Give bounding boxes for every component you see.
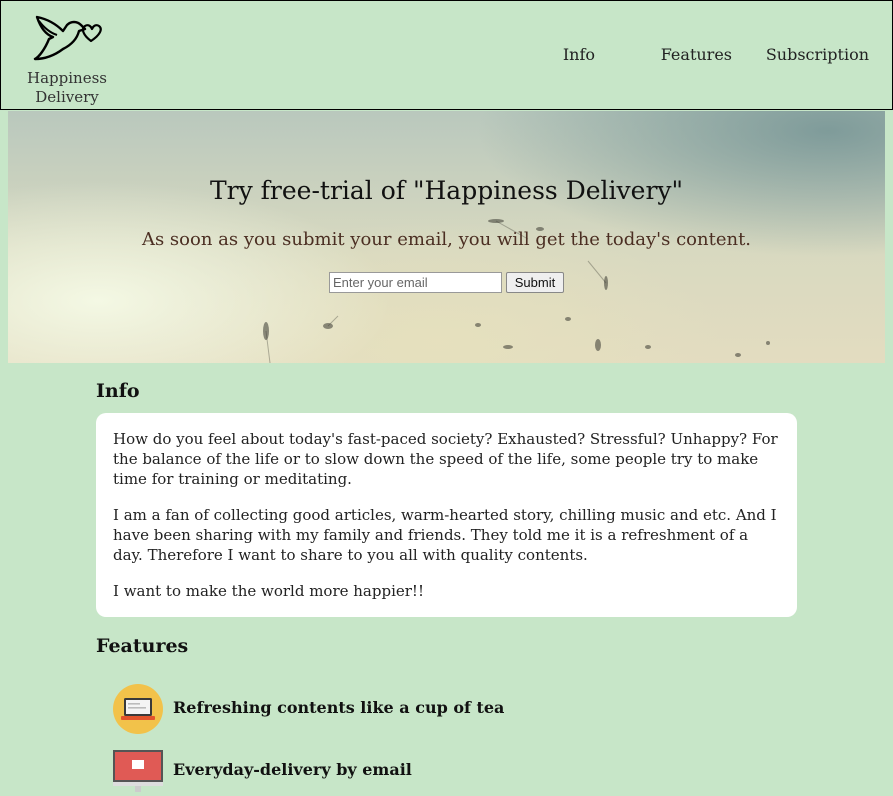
nav-link-features[interactable]: Features [661, 45, 732, 64]
monitor-icon [113, 750, 163, 792]
submit-button[interactable]: Submit [506, 272, 564, 293]
info-card: How do you feel about today's fast-paced… [96, 413, 797, 617]
feature-label: Everyday-delivery by email [173, 760, 412, 779]
info-heading: Info [96, 380, 140, 402]
dove-heart-icon [33, 15, 102, 61]
brand-name-line1: Happiness [27, 69, 107, 87]
feature-label: Refreshing contents like a cup of tea [173, 698, 505, 717]
laptop-icon [113, 684, 163, 734]
hero-banner: Try free-trial of "Happiness Delivery" A… [8, 111, 885, 363]
nav-link-info[interactable]: Info [563, 45, 595, 64]
info-paragraph: How do you feel about today's fast-paced… [113, 430, 778, 488]
info-paragraph: I want to make the world more happier!! [113, 582, 424, 600]
site-header: Happiness Delivery Info Features Subscri… [0, 0, 893, 110]
nav-link-subscription[interactable]: Subscription [766, 45, 869, 64]
features-heading: Features [96, 635, 189, 657]
hero-subtitle: As soon as you submit your email, you wi… [141, 229, 752, 250]
brand-name-line2: Delivery [35, 88, 99, 106]
hero-title: Try free-trial of "Happiness Delivery" [209, 176, 684, 205]
email-input[interactable] [329, 272, 502, 293]
brand-logo[interactable]: Happiness Delivery [19, 9, 115, 107]
brand-name: Happiness Delivery [19, 69, 115, 107]
info-paragraph: I am a fan of collecting good articles, … [113, 506, 777, 564]
